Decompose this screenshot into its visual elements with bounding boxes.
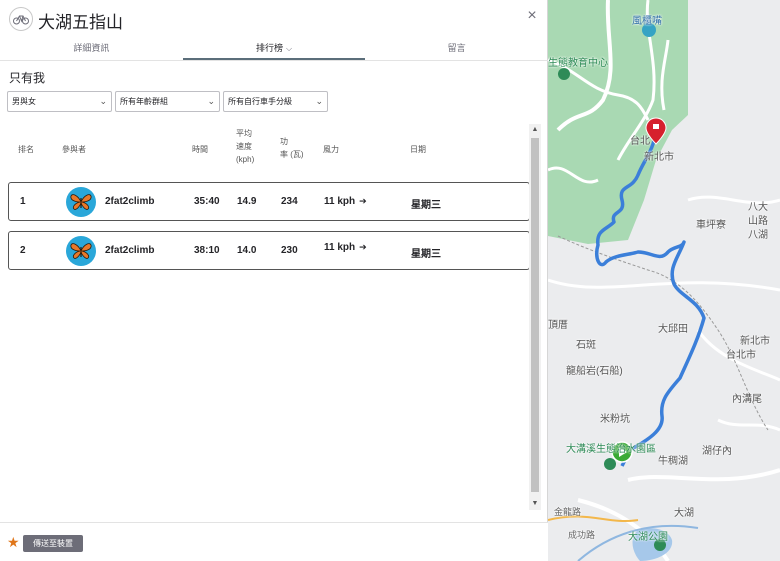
map-label: 大邱田 bbox=[658, 324, 688, 335]
power: 234 bbox=[281, 196, 298, 207]
map-label: 金龍路 bbox=[554, 507, 582, 517]
wind-value: 11 kph bbox=[324, 196, 356, 207]
segment-title: 大湖五指山 bbox=[38, 13, 123, 32]
scrollbar[interactable]: ▲ ▼ bbox=[529, 124, 541, 510]
map-label: 生態教育中心 bbox=[548, 58, 608, 69]
map-label: 牛稠湖 bbox=[658, 456, 688, 467]
map-label: 車坪寮 bbox=[696, 220, 726, 231]
col-athlete: 參與者 bbox=[62, 145, 86, 154]
tab-comments[interactable]: 留言 bbox=[365, 38, 548, 60]
table-row[interactable]: 2 2fat2climb 38:10 14.0 230 11 kph ➔ 星期三 bbox=[8, 231, 530, 270]
leaderboard: 排名 參與者 時間 平均 速度 (kph) 功 率 (瓦) 風力 日期 1 2f… bbox=[7, 124, 541, 510]
close-button[interactable]: × bbox=[524, 7, 540, 25]
col-rank: 排名 bbox=[18, 145, 34, 154]
chevron-down-icon: ⌄ bbox=[207, 96, 215, 106]
wind-value: 11 kph bbox=[324, 242, 356, 253]
panel-footer: ★ 傳送至裝置 bbox=[0, 522, 548, 561]
col-speed: 平均 速度 (kph) bbox=[236, 127, 254, 166]
tab-leaderboard[interactable]: 排行榜 ⌵ bbox=[182, 38, 366, 60]
star-icon[interactable]: ★ bbox=[7, 534, 20, 551]
col-time: 時間 bbox=[192, 145, 208, 154]
map-label: 頂厝 bbox=[548, 320, 568, 331]
tab-details[interactable]: 詳細資訊 bbox=[0, 38, 183, 60]
chevron-down-icon: ⌄ bbox=[315, 96, 323, 106]
tab-leaderboard-label: 排行榜 bbox=[255, 43, 283, 53]
rank: 1 bbox=[20, 196, 26, 207]
col-speed-line: 平均 bbox=[236, 129, 252, 138]
table-row[interactable]: 1 2fat2climb 35:40 14.9 234 11 kph ➔ 星期三 bbox=[8, 182, 530, 221]
poi-icon bbox=[604, 458, 616, 470]
map-label: 米粉坑 bbox=[600, 414, 630, 425]
col-speed-line: 速度 bbox=[236, 142, 252, 151]
map-label: 八湖 bbox=[748, 230, 768, 241]
col-wind: 風力 bbox=[323, 145, 339, 154]
date: 星期三 bbox=[411, 200, 441, 211]
avatar[interactable] bbox=[66, 187, 96, 217]
panel-header: 大湖五指山 × bbox=[0, 0, 548, 38]
age-select-value: 所有年齡群組 bbox=[120, 97, 168, 106]
map-label: 大湖 bbox=[674, 508, 694, 519]
map[interactable]: 風櫃嘴 生態教育中心 台北 新北市 車坪寮 大邱田 頂厝 石斑 龍船岩(石船) … bbox=[548, 0, 780, 561]
bike-icon bbox=[9, 7, 33, 31]
map-label: 成功路 bbox=[568, 530, 596, 540]
time: 38:10 bbox=[194, 245, 220, 256]
date: 星期三 bbox=[411, 249, 441, 260]
only-me-filter[interactable]: 只有我 bbox=[9, 69, 45, 86]
map-label: 龍船岩(石船) bbox=[566, 366, 623, 377]
gender-select-value: 男與女 bbox=[12, 97, 36, 106]
col-date: 日期 bbox=[410, 145, 426, 154]
map-label: 新北市 bbox=[740, 336, 770, 347]
wind: 11 kph ➔ bbox=[324, 196, 367, 207]
wind: 11 kph ➔ bbox=[324, 242, 367, 253]
weight-select[interactable]: 所有自行車手分級 ⌄ bbox=[223, 91, 328, 112]
chevron-down-icon: ⌄ bbox=[99, 96, 107, 106]
scroll-down-icon[interactable]: ▼ bbox=[529, 498, 541, 510]
tab-bar: 詳細資訊 排行榜 ⌵ 留言 bbox=[0, 38, 548, 61]
col-power-line: 功 bbox=[280, 137, 288, 146]
map-label: 大溝溪生態治水園區 bbox=[566, 444, 656, 455]
weight-select-value: 所有自行車手分級 bbox=[228, 97, 292, 106]
chevron-down-icon: ⌵ bbox=[285, 44, 293, 53]
speed: 14.0 bbox=[237, 245, 257, 256]
map-label: 內溝尾 bbox=[732, 394, 762, 405]
map-label: 山路 bbox=[748, 216, 768, 227]
tab-comments-label: 留言 bbox=[447, 43, 466, 53]
poi-icon bbox=[558, 68, 570, 80]
map-label: 台北市 bbox=[726, 350, 756, 361]
time: 35:40 bbox=[194, 196, 220, 207]
col-speed-line: (kph) bbox=[236, 155, 255, 164]
map-label: 大湖公園 bbox=[628, 532, 668, 543]
map-canvas[interactable] bbox=[548, 0, 780, 561]
scroll-up-icon[interactable]: ▲ bbox=[529, 124, 541, 136]
map-label: 風櫃嘴 bbox=[632, 16, 662, 27]
map-label: 湖仔內 bbox=[702, 446, 732, 457]
gender-select[interactable]: 男與女 ⌄ bbox=[7, 91, 112, 112]
filter-bar: 男與女 ⌄ 所有年齡群組 ⌄ 所有自行車手分級 ⌄ bbox=[7, 91, 328, 112]
speed: 14.9 bbox=[237, 196, 257, 207]
athlete-name[interactable]: 2fat2climb bbox=[105, 245, 154, 256]
send-to-device-button[interactable]: 傳送至裝置 bbox=[23, 535, 83, 552]
arrow-right-icon: ➔ bbox=[359, 242, 367, 252]
rank: 2 bbox=[20, 245, 26, 256]
athlete-name[interactable]: 2fat2climb bbox=[105, 196, 154, 207]
scrollbar-thumb[interactable] bbox=[531, 138, 539, 492]
col-power-line: 率 (瓦) bbox=[280, 150, 304, 159]
tab-details-label: 詳細資訊 bbox=[73, 43, 110, 53]
segment-panel: 大湖五指山 × 詳細資訊 排行榜 ⌵ 留言 只有我 男與女 ⌄ 所有年齡群組 ⌄ … bbox=[0, 0, 548, 561]
butterfly-icon bbox=[70, 194, 92, 210]
butterfly-icon bbox=[70, 243, 92, 259]
power: 230 bbox=[281, 245, 298, 256]
col-power: 功 率 (瓦) bbox=[280, 135, 304, 161]
age-select[interactable]: 所有年齡群組 ⌄ bbox=[115, 91, 220, 112]
map-label: 八大 bbox=[748, 202, 768, 213]
map-label: 台北 bbox=[630, 136, 650, 147]
map-label: 新北市 bbox=[644, 152, 674, 163]
map-label: 石斑 bbox=[576, 340, 596, 351]
arrow-right-icon: ➔ bbox=[359, 196, 367, 206]
avatar[interactable] bbox=[66, 236, 96, 266]
